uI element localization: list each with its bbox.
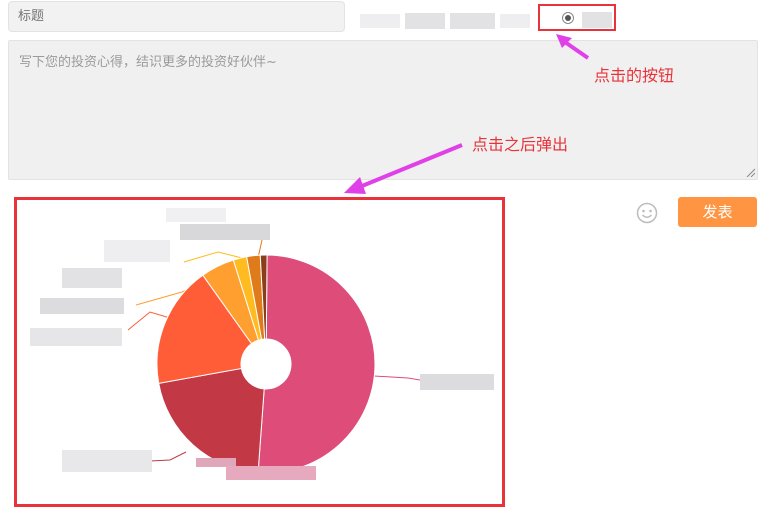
blurred-slice-label: [30, 328, 122, 346]
blurred-slice-label: [226, 466, 316, 480]
blurred-slice-label: [420, 374, 494, 390]
leader-line: [373, 375, 421, 381]
blurred-slice-label: [196, 458, 236, 467]
leader-line: [149, 451, 187, 462]
blurred-slice-label: [62, 450, 152, 472]
chart-slices: [156, 254, 376, 474]
donut-chart: [30, 208, 494, 480]
post-editor: 写下您的投资心得，结识更多的投资好伙伴~ 点击的按钮 点击之后弹出 发表: [0, 0, 782, 517]
blurred-slice-label: [166, 208, 226, 222]
blurred-slice-label: [40, 298, 124, 314]
blurred-slice-label: [180, 224, 270, 240]
pie-slice-2[interactable]: [158, 367, 265, 474]
blurred-slice-label: [104, 240, 170, 262]
blurred-slice-label: [62, 268, 122, 288]
pie-slice-1[interactable]: [257, 254, 376, 474]
